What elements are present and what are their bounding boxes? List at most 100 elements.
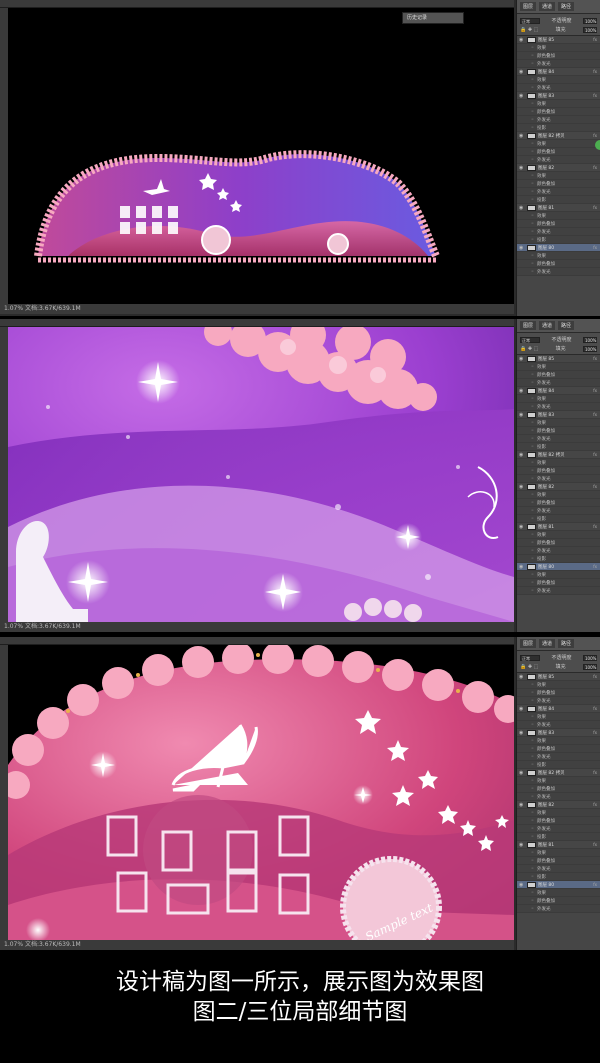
- eye-icon[interactable]: ◉: [519, 564, 525, 570]
- layer-effect-row[interactable]: ◦ 投影: [517, 555, 600, 563]
- layer-effect-row[interactable]: ◦ 效果: [517, 76, 600, 84]
- layer-effect-row[interactable]: ◦ 投影: [517, 833, 600, 841]
- fx-icon[interactable]: fx: [593, 412, 597, 417]
- layer-effect-row[interactable]: ◦ 外发光: [517, 268, 600, 276]
- eye-icon[interactable]: ◉: [519, 69, 525, 75]
- layer-row[interactable]: ◉ 图层 85 fx: [517, 355, 600, 363]
- layer-effect-row[interactable]: ◦ 投影: [517, 196, 600, 204]
- layer-effect-row[interactable]: ◦ 颜色叠加: [517, 371, 600, 379]
- layer-effect-row[interactable]: ◦ 外发光: [517, 188, 600, 196]
- tab-paths[interactable]: 路径: [558, 639, 575, 648]
- eye-icon[interactable]: ◉: [519, 412, 525, 418]
- tab-layers[interactable]: 图层: [520, 639, 537, 648]
- layer-effect-row[interactable]: ◦ 颜色叠加: [517, 539, 600, 547]
- document-canvas[interactable]: [8, 327, 514, 622]
- layer-effect-row[interactable]: ◦ 效果: [517, 172, 600, 180]
- layer-row[interactable]: ◉ 图层 82 拷贝 fx: [517, 451, 600, 459]
- layer-row[interactable]: ◉ 图层 82 fx: [517, 164, 600, 172]
- layer-effect-row[interactable]: ◦ 外发光: [517, 84, 600, 92]
- layer-effect-row[interactable]: ◦ 投影: [517, 443, 600, 451]
- fx-icon[interactable]: fx: [593, 730, 597, 735]
- layer-effect-row[interactable]: ◦ 颜色叠加: [517, 785, 600, 793]
- layer-effect-row[interactable]: ◦ 效果: [517, 100, 600, 108]
- eye-icon[interactable]: ◉: [519, 245, 525, 251]
- blend-mode-select[interactable]: 正常: [520, 654, 540, 661]
- fx-icon[interactable]: fx: [593, 93, 597, 98]
- layer-effect-row[interactable]: ◦ 投影: [517, 873, 600, 881]
- layer-row[interactable]: ◉ 图层 80 fx: [517, 563, 600, 571]
- lock-icons[interactable]: 🔒 ✚ ⬚: [520, 27, 538, 33]
- layer-effect-row[interactable]: ◦ 效果: [517, 571, 600, 579]
- fx-icon[interactable]: fx: [593, 706, 597, 711]
- layer-row[interactable]: ◉ 图层 84 fx: [517, 387, 600, 395]
- layer-row[interactable]: ◉ 图层 83 fx: [517, 729, 600, 737]
- layer-effect-row[interactable]: ◦ 颜色叠加: [517, 745, 600, 753]
- eye-icon[interactable]: ◉: [519, 37, 525, 43]
- tab-layers[interactable]: 图层: [520, 2, 537, 11]
- layer-row[interactable]: ◉ 图层 82 fx: [517, 483, 600, 491]
- layer-effect-row[interactable]: ◦ 外发光: [517, 435, 600, 443]
- eye-icon[interactable]: ◉: [519, 524, 525, 530]
- fx-icon[interactable]: fx: [593, 388, 597, 393]
- layer-row[interactable]: ◉ 图层 81 fx: [517, 204, 600, 212]
- fill-input[interactable]: 100%: [583, 26, 597, 33]
- layer-effect-row[interactable]: ◦ 效果: [517, 531, 600, 539]
- layer-effect-row[interactable]: ◦ 效果: [517, 849, 600, 857]
- layer-effect-row[interactable]: ◦ 颜色叠加: [517, 897, 600, 905]
- eye-icon[interactable]: ◉: [519, 452, 525, 458]
- layer-effect-row[interactable]: ◦ 外发光: [517, 587, 600, 595]
- layer-row[interactable]: ◉ 图层 81 fx: [517, 523, 600, 531]
- lock-icons[interactable]: 🔒 ✚ ⬚: [520, 664, 538, 670]
- layer-effect-row[interactable]: ◦ 颜色叠加: [517, 427, 600, 435]
- layer-row[interactable]: ◉ 图层 81 fx: [517, 841, 600, 849]
- layer-effect-row[interactable]: ◦ 外发光: [517, 753, 600, 761]
- fx-icon[interactable]: fx: [593, 356, 597, 361]
- layer-effect-row[interactable]: ◦ 外发光: [517, 403, 600, 411]
- opacity-input[interactable]: 100%: [582, 336, 597, 343]
- fill-input[interactable]: 100%: [583, 345, 597, 352]
- tab-paths[interactable]: 路径: [558, 321, 575, 330]
- eye-icon[interactable]: ◉: [519, 674, 525, 680]
- tab-paths[interactable]: 路径: [558, 2, 575, 11]
- layer-effect-row[interactable]: ◦ 颜色叠加: [517, 180, 600, 188]
- layer-effect-row[interactable]: ◦ 外发光: [517, 721, 600, 729]
- tab-channels[interactable]: 通道: [539, 639, 556, 648]
- layer-effect-row[interactable]: ◦ 颜色叠加: [517, 220, 600, 228]
- layer-effect-row[interactable]: ◦ 外发光: [517, 547, 600, 555]
- fx-icon[interactable]: fx: [593, 770, 597, 775]
- layer-effect-row[interactable]: ◦ 外发光: [517, 697, 600, 705]
- layer-effect-row[interactable]: ◦ 效果: [517, 889, 600, 897]
- layer-effect-row[interactable]: ◦ 效果: [517, 140, 600, 148]
- blend-mode-select[interactable]: 正常: [520, 336, 540, 343]
- layer-effect-row[interactable]: ◦ 效果: [517, 809, 600, 817]
- layer-row[interactable]: ◉ 图层 80 fx: [517, 881, 600, 889]
- layer-row[interactable]: ◉ 图层 84 fx: [517, 68, 600, 76]
- eye-icon[interactable]: ◉: [519, 706, 525, 712]
- fx-icon[interactable]: fx: [593, 524, 597, 529]
- fx-icon[interactable]: fx: [593, 69, 597, 74]
- layer-row[interactable]: ◉ 图层 84 fx: [517, 705, 600, 713]
- layer-effect-row[interactable]: ◦ 投影: [517, 124, 600, 132]
- layer-effect-row[interactable]: ◦ 投影: [517, 515, 600, 523]
- layer-row[interactable]: ◉ 图层 85 fx: [517, 36, 600, 44]
- layer-row[interactable]: ◉ 图层 80 fx: [517, 244, 600, 252]
- fx-icon[interactable]: fx: [593, 37, 597, 42]
- layer-effect-row[interactable]: ◦ 效果: [517, 737, 600, 745]
- eye-icon[interactable]: ◉: [519, 730, 525, 736]
- eye-icon[interactable]: ◉: [519, 93, 525, 99]
- layer-row[interactable]: ◉ 图层 82 fx: [517, 801, 600, 809]
- fx-icon[interactable]: fx: [593, 165, 597, 170]
- layer-effect-row[interactable]: ◦ 外发光: [517, 865, 600, 873]
- eye-icon[interactable]: ◉: [519, 356, 525, 362]
- eye-icon[interactable]: ◉: [519, 484, 525, 490]
- layer-row[interactable]: ◉ 图层 83 fx: [517, 92, 600, 100]
- fx-icon[interactable]: fx: [593, 133, 597, 138]
- layer-effect-row[interactable]: ◦ 外发光: [517, 116, 600, 124]
- layer-effect-row[interactable]: ◦ 颜色叠加: [517, 689, 600, 697]
- layer-effect-row[interactable]: ◦ 外发光: [517, 475, 600, 483]
- layer-effect-row[interactable]: ◦ 效果: [517, 491, 600, 499]
- tab-channels[interactable]: 通道: [539, 2, 556, 11]
- layer-effect-row[interactable]: ◦ 颜色叠加: [517, 108, 600, 116]
- fx-icon[interactable]: fx: [593, 484, 597, 489]
- opacity-input[interactable]: 100%: [582, 17, 597, 24]
